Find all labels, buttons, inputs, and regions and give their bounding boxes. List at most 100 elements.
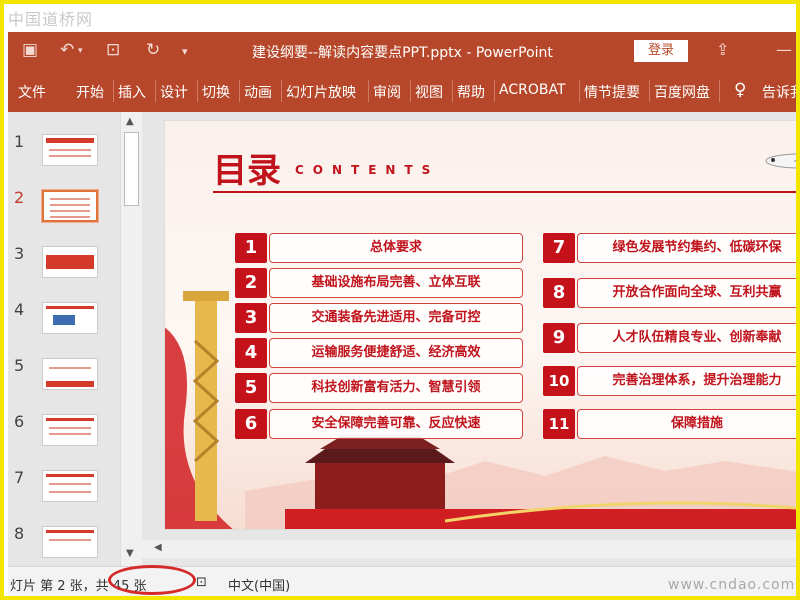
toc-label: 总体要求 xyxy=(269,233,523,263)
tab-file[interactable]: 文件 xyxy=(18,82,46,102)
heading-underline xyxy=(213,191,796,193)
lightbulb-icon[interactable]: ♀ xyxy=(734,80,746,100)
login-button[interactable]: 登录 xyxy=(634,40,688,62)
toc-number: 2 xyxy=(235,268,267,298)
thumbnail-number: 8 xyxy=(14,524,25,543)
toc-label: 科技创新富有活力、智慧引领 xyxy=(269,373,523,403)
thumbnail-number: 6 xyxy=(14,412,25,431)
toc-item[interactable]: 2 基础设施布局完善、立体互联 xyxy=(235,268,523,298)
customize-toolbar-icon[interactable]: ▾ xyxy=(182,45,188,58)
horizontal-scrollbar[interactable]: ◀ xyxy=(142,540,796,558)
toc-number: 9 xyxy=(543,323,575,353)
slide-thumbnail-2[interactable] xyxy=(41,189,99,223)
slide-thumbnail-pane: 1 2 3 4 5 6 7 8 xyxy=(8,112,120,566)
title-bar: ▣ ↶ ▾ ⊡ ↻ ▾ 建设纲要--解读内容要点PPT.pptx - Power… xyxy=(8,32,796,70)
toc-item[interactable]: 11 保障措施 xyxy=(543,409,796,439)
redo-icon[interactable]: ↻ xyxy=(146,40,160,60)
toc-number: 10 xyxy=(543,366,575,396)
slide-thumbnail-6[interactable] xyxy=(42,414,98,446)
tab-storyboarding[interactable]: 情节提要 xyxy=(584,82,640,102)
tab-design[interactable]: 设计 xyxy=(160,82,188,102)
toc-label: 基础设施布局完善、立体互联 xyxy=(269,268,523,298)
current-slide[interactable]: 目录 CONTENTS 1 总体要求 2 基础设施布局完善、立体互联 3 交通装… xyxy=(164,120,796,530)
tab-acrobat[interactable]: ACROBAT xyxy=(499,82,566,98)
slide-editor-area: 目录 CONTENTS 1 总体要求 2 基础设施布局完善、立体互联 3 交通装… xyxy=(142,112,796,566)
toc-label: 开放合作面向全球、互利共赢 xyxy=(577,278,796,308)
tab-separator xyxy=(649,80,650,102)
tab-separator xyxy=(239,80,240,102)
tab-separator xyxy=(452,80,453,102)
toc-number: 7 xyxy=(543,233,575,263)
tab-slideshow[interactable]: 幻灯片放映 xyxy=(286,82,356,102)
tab-view[interactable]: 视图 xyxy=(415,82,443,102)
toc-item[interactable]: 8 开放合作面向全球、互利共赢 xyxy=(543,278,796,308)
toc-item[interactable]: 7 绿色发展节约集约、低碳环保 xyxy=(543,233,796,263)
slide-heading: 目录 xyxy=(213,151,281,191)
toc-item[interactable]: 6 安全保障完善可靠、反应快速 xyxy=(235,409,523,439)
slide-thumbnail-1[interactable] xyxy=(42,134,98,166)
toc-number: 1 xyxy=(235,233,267,263)
toc-label: 运输服务便捷舒适、经济高效 xyxy=(269,338,523,368)
toc-number: 8 xyxy=(543,278,575,308)
thumbnail-scrollbar[interactable]: ▲ ▼ xyxy=(120,112,142,566)
slide-thumbnail-8[interactable] xyxy=(42,526,98,558)
undo-icon[interactable]: ↶ xyxy=(60,40,74,60)
tab-animations[interactable]: 动画 xyxy=(244,82,272,102)
slide-thumbnail-3[interactable] xyxy=(42,246,98,278)
thumbnail-number: 4 xyxy=(14,300,25,319)
toc-item[interactable]: 1 总体要求 xyxy=(235,233,523,263)
toc-item[interactable]: 9 人才队伍精良专业、创新奉献 xyxy=(543,323,796,353)
tab-separator xyxy=(719,80,720,102)
toc-item[interactable]: 4 运输服务便捷舒适、经济高效 xyxy=(235,338,523,368)
language-status[interactable]: 中文(中国) xyxy=(228,575,290,594)
toc-item[interactable]: 5 科技创新富有活力、智慧引领 xyxy=(235,373,523,403)
toc-number: 4 xyxy=(235,338,267,368)
save-icon[interactable]: ▣ xyxy=(22,40,38,60)
scroll-up-icon[interactable]: ▲ xyxy=(126,116,134,127)
toc-item[interactable]: 3 交通装备先进适用、完备可控 xyxy=(235,303,523,333)
scroll-down-icon[interactable]: ▼ xyxy=(126,548,134,559)
tab-help[interactable]: 帮助 xyxy=(457,82,485,102)
tab-home[interactable]: 开始 xyxy=(76,82,104,102)
toc-number: 11 xyxy=(543,409,575,439)
tab-separator xyxy=(113,80,114,102)
ribbon-display-options-icon[interactable]: ⇪ xyxy=(716,40,729,59)
tab-separator xyxy=(368,80,369,102)
tab-separator xyxy=(155,80,156,102)
ribbon-tabs: 文件 开始 插入 设计 切换 动画 幻灯片放映 审阅 视图 帮助 ACROBAT… xyxy=(8,70,796,112)
toc-number: 6 xyxy=(235,409,267,439)
minimize-icon[interactable]: — xyxy=(776,40,792,59)
tab-separator xyxy=(579,80,580,102)
slide-thumbnail-4[interactable] xyxy=(42,302,98,334)
tab-separator xyxy=(494,80,495,102)
thumbnail-number: 2 xyxy=(14,188,25,207)
toc-label: 保障措施 xyxy=(577,409,796,439)
scroll-left-icon[interactable]: ◀ xyxy=(154,542,162,553)
toc-label: 安全保障完善可靠、反应快速 xyxy=(269,409,523,439)
toc-item[interactable]: 10 完善治理体系，提升治理能力 xyxy=(543,366,796,396)
tab-baidu-netdisk[interactable]: 百度网盘 xyxy=(654,82,710,102)
slide-thumbnail-5[interactable] xyxy=(42,358,98,390)
spellcheck-icon[interactable]: ⊡ xyxy=(196,575,207,590)
tab-separator xyxy=(197,80,198,102)
slide-subheading: CONTENTS xyxy=(295,163,440,177)
present-from-start-icon[interactable]: ⊡ xyxy=(106,40,120,60)
watermark-top: 中国道桥网 xyxy=(8,10,94,29)
toc-number: 3 xyxy=(235,303,267,333)
tab-review[interactable]: 审阅 xyxy=(373,82,401,102)
scrollbar-thumb[interactable] xyxy=(124,132,139,206)
highlight-circle xyxy=(108,565,196,595)
undo-dropdown-icon[interactable]: ▾ xyxy=(78,46,83,56)
tell-me-search[interactable]: 告诉我 xyxy=(762,82,796,102)
toc-label: 交通装备先进适用、完备可控 xyxy=(269,303,523,333)
status-bar: 灯片 第 2 张，共 45 张 ⊡ 中文(中国) www.cndao.com xyxy=(8,565,796,596)
toc-label: 人才队伍精良专业、创新奉献 xyxy=(577,323,796,353)
document-title: 建设纲要--解读内容要点PPT.pptx - PowerPoint xyxy=(252,45,553,61)
watermark-bottom: www.cndao.com xyxy=(668,577,796,593)
toc-number: 5 xyxy=(235,373,267,403)
window-frame: 中国道桥网 ▣ ↶ ▾ ⊡ ↻ ▾ 建设纲要--解读内容要点PPT.pptx -… xyxy=(0,0,800,600)
slide-thumbnail-7[interactable] xyxy=(42,470,98,502)
thumbnail-number: 5 xyxy=(14,356,25,375)
tab-transitions[interactable]: 切换 xyxy=(202,82,230,102)
tab-insert[interactable]: 插入 xyxy=(118,82,146,102)
